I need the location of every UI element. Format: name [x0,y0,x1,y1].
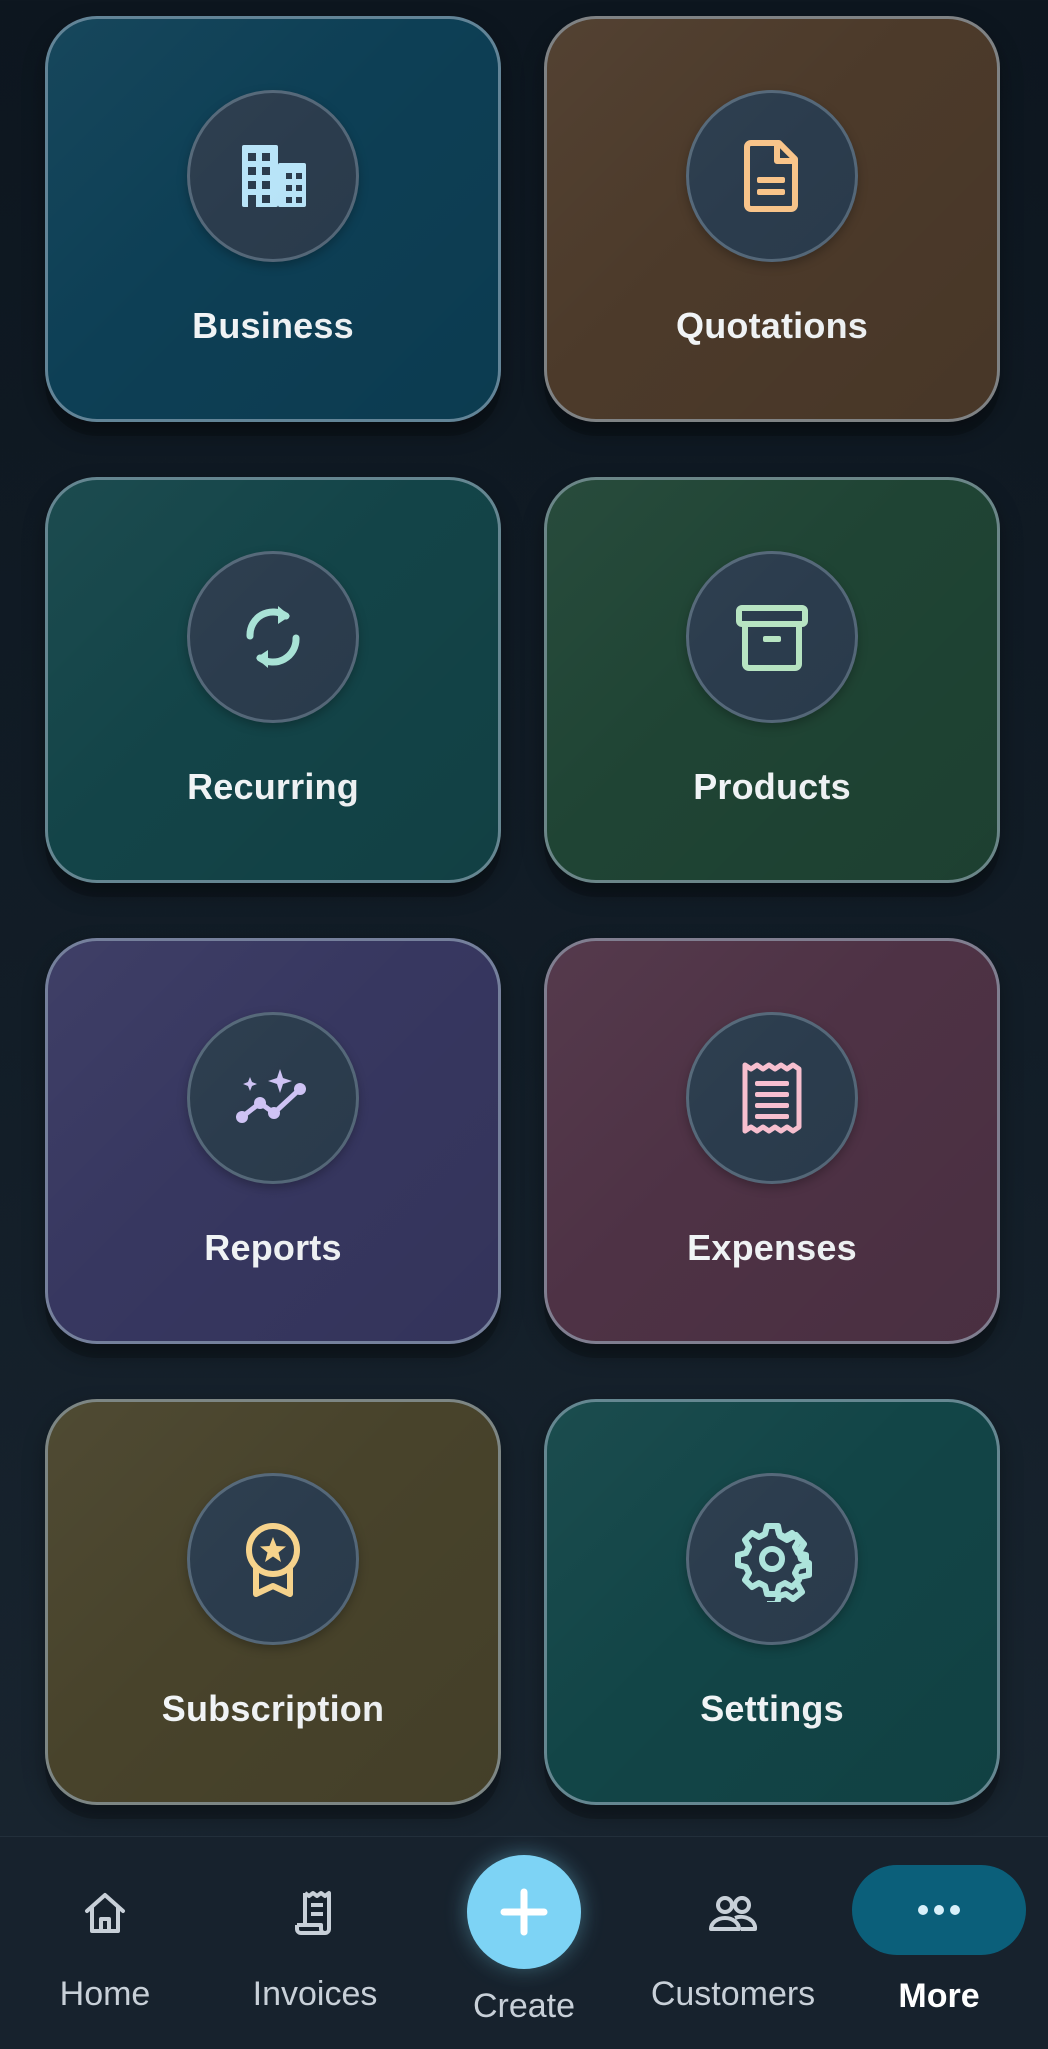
home-icon [77,1885,133,1941]
business-label: Business [192,305,354,346]
settings-label: Settings [700,1688,844,1729]
bottom-navigation: Home Invoices Create Customers More [0,1836,1048,2049]
nav-customers-label: Customers [650,1975,816,2013]
invoice-icon [287,1885,343,1941]
quotations-label: Quotations [676,305,868,346]
trend-sparkle-icon [236,1069,306,1123]
nav-home-label: Home [59,1975,151,2013]
nav-invoices-label: Invoices [252,1975,378,2013]
nav-create-label: Create [472,1987,576,2025]
settings-tile[interactable]: Settings [544,1399,1000,1805]
more-dots-icon [918,1905,960,1915]
nav-invoices[interactable]: Invoices [225,1837,405,2049]
business-tile[interactable]: Business [45,16,501,422]
more-active-pill[interactable] [852,1865,1026,1955]
products-icon-circle [686,551,858,723]
create-button[interactable] [467,1855,581,1969]
reports-label: Reports [204,1227,342,1268]
products-tile[interactable]: Products [544,477,1000,883]
reports-icon-circle [187,1012,359,1184]
nav-more[interactable]: More [852,1837,1034,2049]
quotations-icon-circle [686,90,858,262]
quotations-tile[interactable]: Quotations [544,16,1000,422]
receipt-icon [742,1062,802,1134]
recurring-label: Recurring [187,766,359,807]
expenses-icon-circle [686,1012,858,1184]
settings-icon-circle [686,1473,858,1645]
nav-customers[interactable]: Customers [628,1837,838,2049]
archive-box-icon [736,605,808,671]
nav-home[interactable]: Home [25,1837,185,2049]
business-icon-circle [187,90,359,262]
expenses-label: Expenses [687,1227,857,1268]
plus-icon [500,1888,548,1936]
products-label: Products [693,766,851,807]
nav-create[interactable]: Create [444,1837,604,2049]
expenses-tile[interactable]: Expenses [544,938,1000,1344]
award-badge-icon [246,1523,300,1597]
refresh-icon [246,606,300,668]
building-icon [242,145,306,207]
users-icon [705,1885,761,1941]
nav-more-label: More [898,1977,980,2015]
subscription-icon-circle [187,1473,359,1645]
menu-grid: Business Quotations Recurring Products R… [0,0,1048,1836]
subscription-tile[interactable]: Subscription [45,1399,501,1805]
reports-tile[interactable]: Reports [45,938,501,1344]
subscription-label: Subscription [161,1688,385,1729]
recurring-icon-circle [187,551,359,723]
recurring-tile[interactable]: Recurring [45,477,501,883]
document-icon [744,140,798,212]
gear-icon [735,1523,812,1602]
